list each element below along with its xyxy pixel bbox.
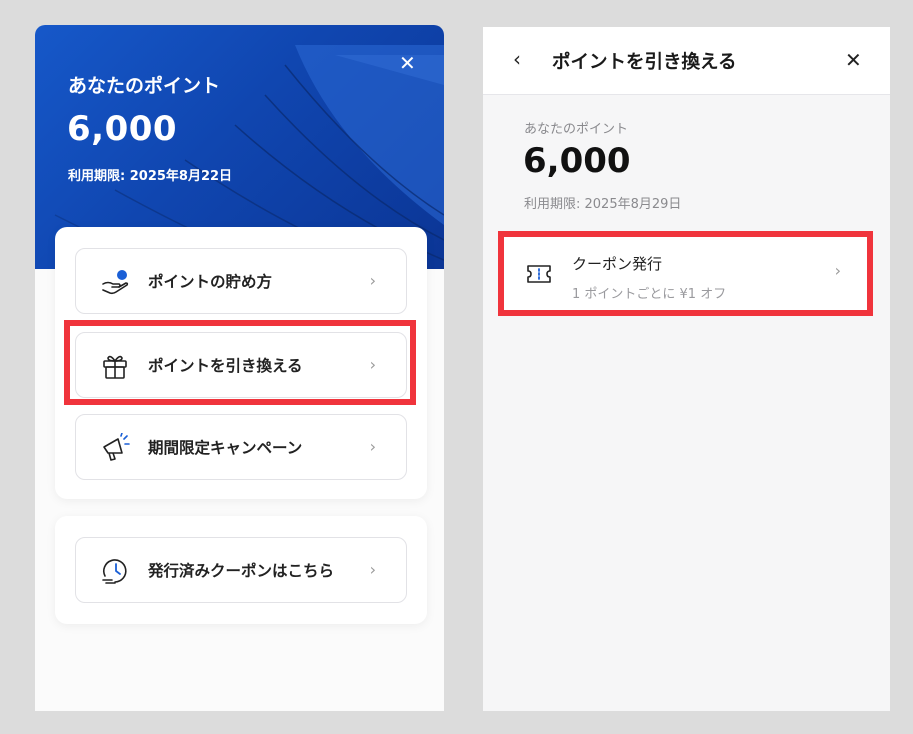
highlight-box: [64, 320, 416, 405]
points-balance: 6,000: [523, 141, 631, 181]
points-expiry: 利用期限: 2025年8月29日: [524, 197, 682, 212]
menu-item-limited-campaign[interactable]: 期間限定キャンペーン ›: [75, 414, 407, 480]
hand-coin-icon: [102, 270, 129, 295]
close-icon[interactable]: ✕: [845, 48, 862, 72]
points-expiry: 利用期限: 2025年8月22日: [68, 169, 233, 184]
chevron-right-icon: ›: [369, 560, 376, 579]
issued-coupons-link[interactable]: 発行済みクーポンはこちら ›: [75, 537, 407, 603]
points-title: あなたのポイント: [68, 75, 221, 97]
chevron-right-icon: ›: [369, 271, 376, 290]
redeem-header: ‹ ポイントを引き換える ✕: [483, 27, 890, 95]
menu-item-label: 発行済みクーポンはこちら: [148, 562, 335, 580]
menu-item-label: ポイントの貯め方: [148, 273, 273, 291]
menu-item-earn-points[interactable]: ポイントの貯め方 ›: [75, 248, 407, 314]
chevron-right-icon: ›: [369, 437, 376, 456]
page-title: ポイントを引き換える: [552, 52, 737, 73]
points-balance: 6,000: [67, 109, 178, 149]
redeem-points-panel: ‹ ポイントを引き換える ✕ あなたのポイント 6,000 利用期限: 2025…: [483, 27, 890, 711]
issued-coupons-card: 発行済みクーポンはこちら ›: [55, 516, 427, 624]
back-icon[interactable]: ‹: [513, 47, 521, 71]
megaphone-icon: [103, 433, 130, 461]
menu-item-label: 期間限定キャンペーン: [148, 439, 303, 457]
highlight-box: [498, 231, 873, 316]
clock-history-icon: [102, 559, 127, 584]
close-icon[interactable]: ✕: [399, 51, 416, 75]
points-label: あなたのポイント: [524, 122, 629, 137]
